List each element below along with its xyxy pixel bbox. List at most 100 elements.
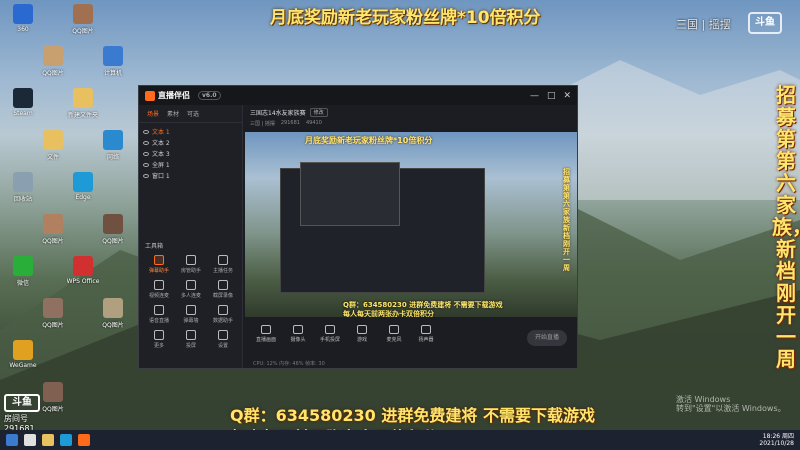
room-label: 房间号	[4, 414, 28, 423]
desktop-icon[interactable]: QQ图片	[96, 298, 130, 338]
eye-icon[interactable]	[143, 162, 149, 167]
stream-preview[interactable]: 月底奖励新老玩家粉丝牌*10倍积分 招募第第六家族新档刚开一周 Q群：63458…	[245, 132, 577, 317]
scene-item[interactable]: 文本 3	[143, 148, 238, 159]
tool-label: 数据助手	[212, 318, 233, 324]
desktop-icon-label: 文件	[46, 154, 59, 161]
scene-item[interactable]: 窗口 1	[143, 170, 238, 181]
desktop-icon[interactable]: Steam	[6, 88, 40, 128]
tool-label: 弹幕助手	[148, 268, 169, 274]
toolbar-button[interactable]: 手机投屏	[317, 325, 343, 343]
tools-heading: 工具箱	[145, 243, 164, 250]
tool-button[interactable]: 截屏录像	[207, 280, 239, 299]
toolbar-button[interactable]: 摄像头	[285, 325, 311, 343]
desktop-icon[interactable]: QQ图片	[96, 214, 130, 254]
toolbar-icon	[357, 325, 367, 334]
tool-label: 视频连麦	[148, 293, 169, 299]
scene-list: 文本 1 文本 2 文本 3 全屏 1 窗口 1	[139, 123, 242, 184]
desktop-icon-label: QQ图片	[42, 238, 64, 245]
douyu-small-logo: 斗鱼	[4, 394, 40, 412]
scene-item[interactable]: 文本 1	[143, 126, 238, 137]
desktop-icon[interactable]: QQ图片	[36, 46, 70, 86]
room-followers: 49410	[305, 120, 322, 126]
live-companion-icon[interactable]	[78, 434, 90, 446]
toolbar-icon	[389, 325, 399, 334]
toolbar-button[interactable]: 扬声器	[413, 325, 439, 343]
scene-item[interactable]: 文本 2	[143, 137, 238, 148]
tool-button[interactable]: 语音直播	[143, 305, 175, 324]
tool-button[interactable]: 设置	[207, 330, 239, 349]
desktop-icon[interactable]: 文件	[36, 130, 70, 170]
desktop-icon[interactable]: 回收站	[6, 172, 40, 212]
tool-button[interactable]: 主播任务	[207, 255, 239, 274]
desktop-icon-label: 计算机	[103, 70, 122, 77]
taskbar-clock[interactable]: 18:26 周四 2021/10/28	[759, 433, 794, 447]
desktop-icon[interactable]: QQ图片	[66, 4, 100, 44]
tab-optional[interactable]: 可选	[187, 109, 199, 118]
toolbar-button[interactable]: 游戏	[349, 325, 375, 343]
start-icon[interactable]	[6, 434, 18, 446]
tool-label: 更多	[153, 343, 164, 349]
toolbar-label: 直播画面	[255, 337, 276, 343]
tool-button[interactable]: 投屏	[175, 330, 207, 349]
desktop-icon[interactable]: 360	[6, 4, 40, 44]
tool-label: 主播任务	[212, 268, 233, 274]
eye-icon[interactable]	[143, 151, 149, 156]
desktop-icon[interactable]: QQ图片	[36, 298, 70, 338]
tool-label: 语音直播	[148, 318, 169, 324]
desktop-icon[interactable]: QQ图片	[36, 214, 70, 254]
desktop-icon[interactable]: 计算机	[96, 46, 130, 86]
maximize-icon[interactable]: □	[547, 91, 556, 101]
app-icon	[43, 382, 63, 402]
tool-label: 房管助手	[180, 268, 201, 274]
eye-icon[interactable]	[143, 173, 149, 178]
tab-materials[interactable]: 素材	[167, 109, 179, 118]
tool-button[interactable]: 弹幕墙	[175, 305, 207, 324]
toolbar-button[interactable]: 直播画面	[253, 325, 279, 343]
edit-title-button[interactable]: 修改	[309, 108, 328, 117]
scene-label: 文本 2	[152, 140, 170, 147]
tab-scenes[interactable]: 场景	[147, 109, 159, 118]
room-header: 三国志14水友家族赛 修改 三国 | 摇摆 291681 49410	[244, 105, 577, 131]
sidebar: 场景 素材 可选 文本 1 文本 2 文本 3 全屏 1 窗口 1 工具箱 弹幕助手 房管…	[139, 105, 243, 368]
desktop-icon[interactable]: WeGame	[6, 340, 40, 380]
tool-button[interactable]: 多人连麦	[175, 280, 207, 299]
minimize-icon[interactable]: —	[530, 91, 539, 101]
tool-button[interactable]: 房管助手	[175, 255, 207, 274]
scene-label: 窗口 1	[152, 173, 170, 180]
room-id: 291681	[280, 120, 300, 126]
start-live-button[interactable]: 开始直播	[527, 330, 567, 346]
vertical-banner-text: 招募第第六家族，新档刚开一周	[772, 83, 800, 371]
live-companion-window: 直播伴侣 v6.0 — □ ✕ 场景 素材 可选 文本 1 文本 2 文本 3 全屏 …	[138, 85, 578, 369]
folder-icon[interactable]	[42, 434, 54, 446]
tool-button[interactable]: 数据助手	[207, 305, 239, 324]
search-icon[interactable]	[24, 434, 36, 446]
tool-button[interactable]: 更多	[143, 330, 175, 349]
eye-icon[interactable]	[143, 129, 149, 134]
eye-icon[interactable]	[143, 140, 149, 145]
toolbar-button[interactable]: 麦克风	[381, 325, 407, 343]
room-title-row: 三国志14水友家族赛 修改	[250, 108, 571, 117]
app-titlebar: 直播伴侣 v6.0 — □ ✕	[139, 86, 577, 105]
app-icon	[13, 172, 33, 192]
edge-icon[interactable]	[60, 434, 72, 446]
desktop-icon-label: 网络	[106, 154, 119, 161]
desktop-icon[interactable]: 微信	[6, 256, 40, 296]
qq-group-line: Q群：634580230 进群免费建将 不需要下载游戏	[230, 406, 595, 425]
app-icon	[73, 4, 93, 24]
window-controls: — □ ✕	[530, 91, 571, 101]
close-icon[interactable]: ✕	[563, 91, 571, 101]
tool-button[interactable]: 视频连麦	[143, 280, 175, 299]
desktop-icon[interactable]: Edge	[66, 172, 100, 212]
desktop-icon-label: 回收站	[13, 196, 32, 203]
toolbar-label: 手机投屏	[319, 337, 340, 343]
app-icon	[13, 88, 33, 108]
windows-taskbar: 18:26 周四 2021/10/28	[0, 430, 800, 450]
app-logo-icon	[145, 90, 155, 101]
scene-item[interactable]: 全屏 1	[143, 159, 238, 170]
toolbar-icon	[261, 325, 271, 334]
desktop-icon[interactable]: 网络	[96, 130, 130, 170]
preview-vertical-banner: 招募第第六家族新档刚开一周	[563, 168, 570, 272]
tool-button[interactable]: 弹幕助手	[143, 255, 175, 274]
desktop-icon[interactable]: 新建文件夹	[66, 88, 100, 128]
desktop-icon[interactable]: WPS Office	[66, 256, 100, 296]
